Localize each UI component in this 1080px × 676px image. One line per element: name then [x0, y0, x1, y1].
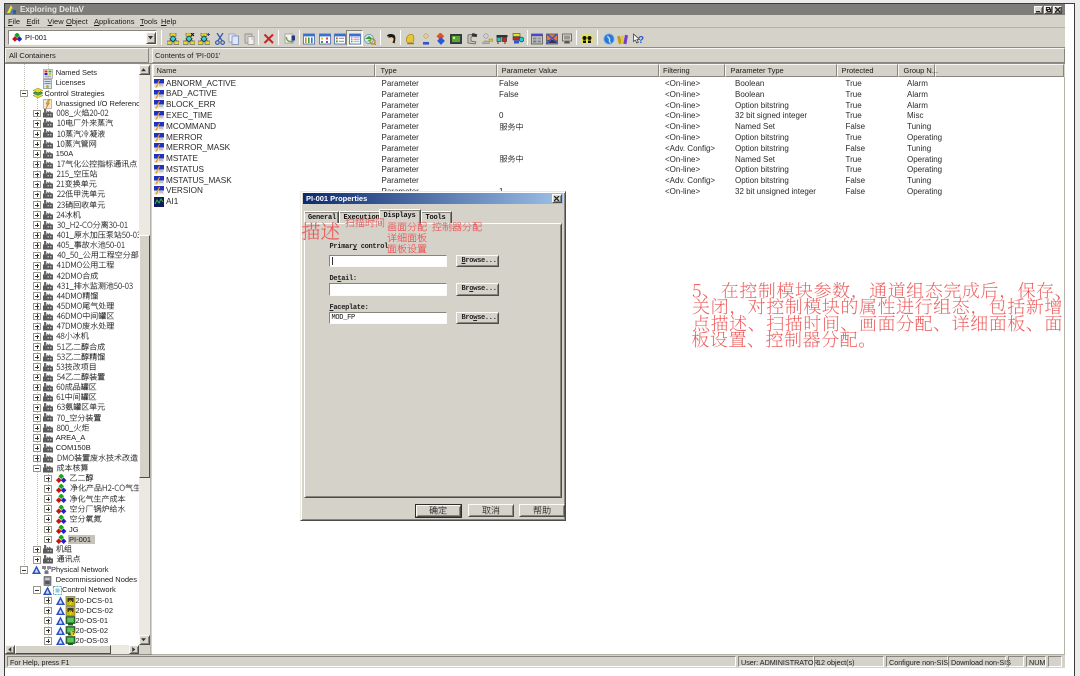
svg-text:?: ?: [638, 35, 644, 45]
